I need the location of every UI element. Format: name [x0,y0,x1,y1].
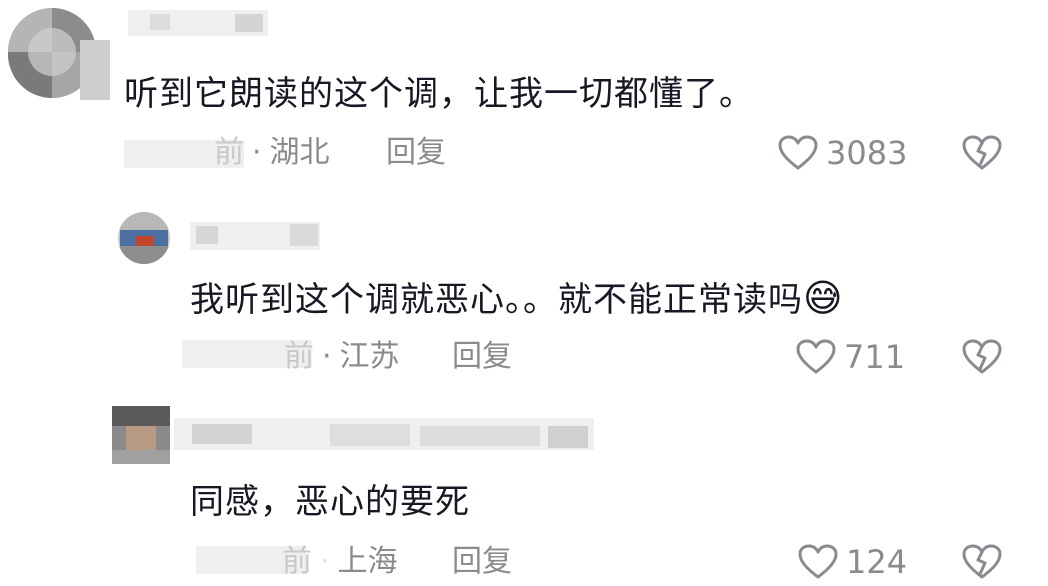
comment-meta: 前 · 上海 [282,544,398,579]
location: 湖北 [269,135,330,170]
comment-text: 听到它朗读的这个调，让我一切都懂了。 [124,74,754,114]
comment-text: 我听到这个调就恶心。。就不能正常读吗😅 [190,276,844,320]
time-suffix: 前 [282,544,312,579]
broken-heart-icon [962,339,1002,374]
dislike-button[interactable] [962,544,1002,584]
avatar[interactable] [118,212,170,264]
emoji-sweat-smile: 😅 [803,276,844,320]
like-count: 3083 [826,134,908,172]
time-suffix: 前 [284,339,314,374]
reply-button[interactable]: 回复 [452,339,512,375]
like-count: 711 [844,338,906,376]
broken-heart-icon [962,544,1002,579]
reply-button[interactable]: 回复 [452,544,512,580]
like-button[interactable]: 124 [798,544,907,580]
heart-outline-icon [796,339,836,374]
comment-meta: 前 · 江苏 [284,339,400,374]
comment-item: 我听到这个调就恶心。。就不能正常读吗😅 前 · 江苏 回复 711 [0,190,1048,390]
like-count: 124 [846,543,908,581]
location: 江苏 [339,339,400,374]
time-suffix: 前 [214,135,244,170]
broken-heart-icon [962,135,1002,170]
avatar[interactable] [112,406,170,464]
like-button[interactable]: 3083 [778,135,907,171]
comment-item: 同感，恶心的要死 前 · 上海 回复 124 [0,390,1048,586]
reply-button[interactable]: 回复 [386,135,446,171]
location: 上海 [337,544,398,579]
comment-meta: 前 · 湖北 [214,135,330,170]
like-button[interactable]: 711 [796,339,905,375]
heart-outline-icon [798,544,838,579]
dislike-button[interactable] [962,135,1002,175]
comment-item: 听到它朗读的这个调，让我一切都懂了。 前 · 湖北 回复 3083 [0,0,1048,190]
heart-outline-icon [778,135,818,170]
comment-text: 同感，恶心的要死 [190,482,470,522]
dislike-button[interactable] [962,339,1002,379]
